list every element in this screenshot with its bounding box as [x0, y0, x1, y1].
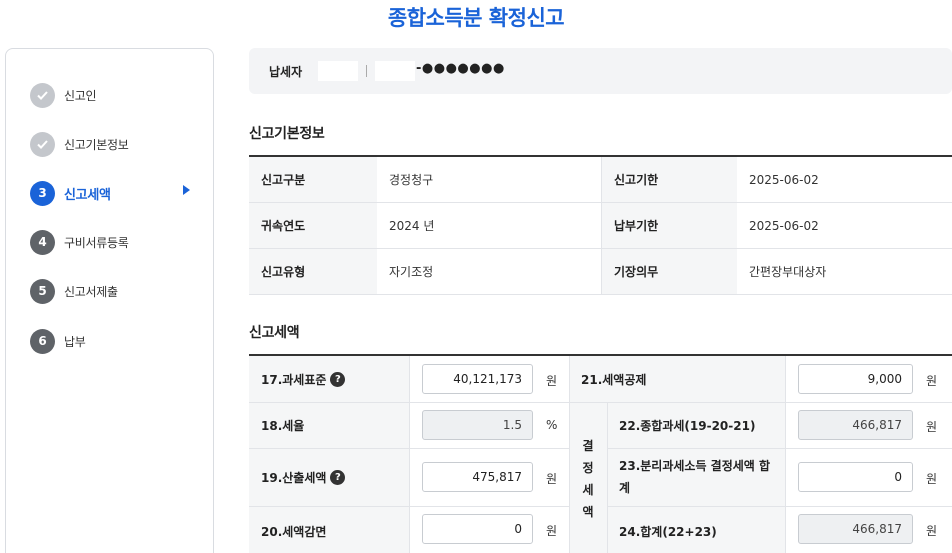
step-number: 5 — [30, 278, 55, 304]
group-char: 액 — [582, 505, 594, 519]
step-item-tax-amount[interactable]: 3 신고세액 — [30, 180, 111, 206]
section-title-basic-info: 신고기본정보 — [249, 126, 325, 142]
label-text: 계 — [619, 481, 631, 495]
step-label: 신고인 — [64, 88, 97, 103]
step-number: 6 — [30, 328, 55, 354]
help-icon[interactable]: ? — [330, 469, 346, 485]
check-icon — [30, 82, 55, 108]
label-text: 23.분리과세소득 결정세액 합 — [619, 459, 771, 473]
step-item-submit[interactable]: 5 신고서제출 — [30, 278, 118, 304]
taxpayer-label: 납세자 — [269, 65, 303, 79]
field-label: 신고기한 — [601, 157, 737, 202]
separate-tax-total-input[interactable]: 0 — [798, 462, 913, 492]
check-icon — [30, 131, 55, 157]
unit-label: 원 — [926, 472, 938, 486]
field-value: 간편장부대상자 — [749, 265, 827, 279]
field-label-comprehensive-tax: 22.종합과세(19-20-21) — [607, 402, 785, 448]
field-label-tax-rate: 18.세율 — [249, 402, 409, 448]
taxpayer-box: 납세자 -●●●●●●● — [249, 48, 952, 94]
tax-rate-field: 1.5 — [422, 410, 533, 440]
table-row: 신고유형 자기조정 기장의무 간편장부대상자 — [249, 249, 952, 295]
divider — [366, 65, 367, 77]
field-label-tax-credit: 21.세액공제 — [569, 356, 785, 402]
tax-reduction-input[interactable]: 0 — [422, 514, 533, 544]
step-label: 신고세액 — [64, 187, 111, 203]
section-title-tax-amount: 신고세액 — [249, 325, 300, 341]
tax-credit-input[interactable]: 9,000 — [798, 364, 913, 394]
label-text: 19.산출세액 — [261, 470, 327, 485]
tax-amount-table: 17.과세표준 ? 18.세율 19.산출세액 ? 20.세액감면 40,121… — [249, 354, 952, 553]
divider — [785, 356, 786, 553]
divider — [607, 402, 608, 553]
total-tax-field: 466,817 — [798, 514, 913, 544]
step-item-documents[interactable]: 4 구비서류등록 — [30, 229, 129, 255]
field-value: 2024 년 — [389, 219, 435, 233]
unit-label: 원 — [926, 524, 938, 538]
unit-label: 원 — [546, 374, 558, 388]
field-label: 귀속연도 — [249, 203, 377, 248]
field-label: 기장의무 — [601, 249, 737, 294]
table-row: 귀속연도 2024 년 납부기한 2025-06-02 — [249, 203, 952, 249]
computed-tax-input[interactable]: 475,817 — [422, 462, 533, 492]
group-char: 결 — [582, 439, 594, 453]
unit-label: % — [546, 418, 558, 432]
unit-label: 원 — [926, 420, 938, 434]
determined-tax-group-label: 결 정 세 액 — [569, 402, 607, 553]
field-value: 자기조정 — [389, 265, 434, 279]
divider — [409, 356, 410, 553]
step-label: 구비서류등록 — [64, 235, 129, 250]
unit-label: 원 — [926, 374, 938, 388]
table-row: 신고구분 경정청구 신고기한 2025-06-02 — [249, 157, 952, 203]
unit-label: 원 — [546, 472, 558, 486]
help-icon[interactable]: ? — [330, 371, 346, 387]
field-label: 신고유형 — [249, 249, 377, 294]
group-char: 세 — [582, 483, 594, 497]
step-sidebar: 신고인 신고기본정보 3 신고세액 4 구비서류등록 5 신고서제출 6 납부 — [5, 48, 214, 553]
field-label-tax-base: 17.과세표준 ? — [249, 356, 409, 402]
step-item-basic-info[interactable]: 신고기본정보 — [30, 131, 129, 157]
field-value: 경정청구 — [389, 173, 434, 187]
label-text: 17.과세표준 — [261, 372, 327, 387]
step-item-applicant[interactable]: 신고인 — [30, 82, 97, 108]
divider — [569, 356, 570, 553]
unit-label: 원 — [546, 524, 558, 538]
tax-base-input[interactable]: 40,121,173 — [422, 364, 533, 394]
taxpayer-name-redacted — [318, 61, 358, 81]
divider — [607, 448, 952, 449]
field-value: 2025-06-02 — [749, 218, 819, 233]
comprehensive-tax-field: 466,817 — [798, 410, 913, 440]
step-label: 신고기본정보 — [64, 137, 129, 152]
page-title: 종합소득분 확정신고 — [387, 6, 565, 30]
step-label: 납부 — [64, 334, 86, 349]
field-label: 신고구분 — [249, 157, 377, 202]
group-char: 정 — [582, 461, 594, 475]
field-label-total: 24.합계(22+23) — [607, 506, 785, 553]
divider — [607, 506, 952, 507]
step-item-payment[interactable]: 6 납부 — [30, 328, 86, 354]
taxpayer-rrn-masked: -●●●●●●● — [416, 61, 505, 76]
field-label-computed-tax: 19.산출세액 ? — [249, 448, 409, 506]
divider — [569, 402, 952, 403]
basic-info-table: 신고구분 경정청구 신고기한 2025-06-02 귀속연도 2024 년 납부… — [249, 155, 952, 295]
field-label: 납부기한 — [601, 203, 737, 248]
step-number: 4 — [30, 229, 55, 255]
step-number: 3 — [30, 180, 55, 206]
field-value: 2025-06-02 — [749, 172, 819, 187]
field-label-separate-tax-total: 23.분리과세소득 결정세액 합 계 — [607, 448, 785, 506]
caret-right-icon — [183, 185, 190, 195]
step-label: 신고서제출 — [64, 284, 118, 299]
field-label-tax-reduction: 20.세액감면 — [249, 506, 409, 553]
taxpayer-rrn-redacted — [375, 61, 415, 81]
